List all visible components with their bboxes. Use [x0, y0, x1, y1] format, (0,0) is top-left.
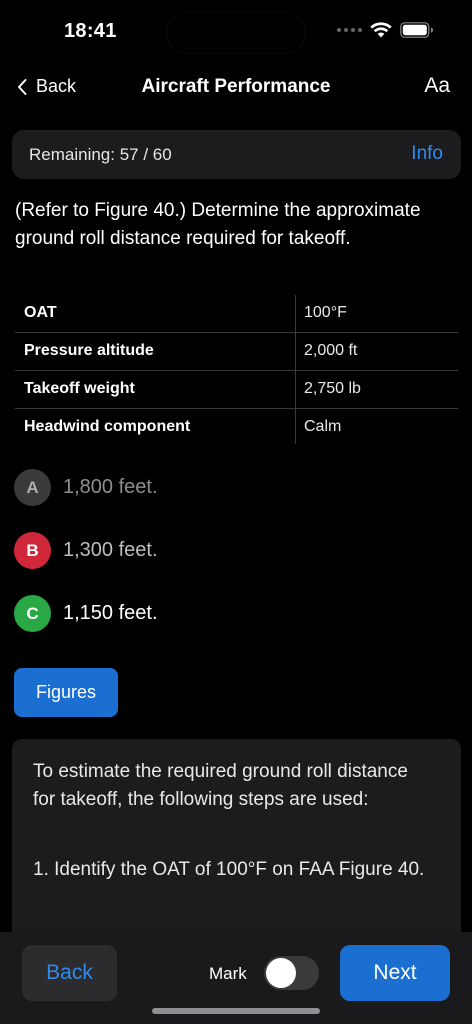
answer-text: 1,150 feet.	[63, 602, 158, 624]
bottom-toolbar: Back Mark Next	[0, 932, 472, 1024]
progress-bar: Remaining: 57 / 60 Info	[12, 130, 461, 179]
toggle-knob	[266, 958, 296, 988]
status-bar: 18:41	[0, 0, 472, 64]
table-row: OAT 100°F	[15, 295, 458, 333]
row-value: 2,750 lb	[304, 380, 361, 397]
table-row: Pressure altitude 2,000 ft	[15, 333, 458, 371]
status-icons	[337, 22, 434, 38]
mark-toggle[interactable]	[264, 956, 319, 990]
answer-option-a[interactable]: A 1,800 feet.	[14, 469, 158, 506]
explanation-paragraph: To estimate the required ground roll dis…	[33, 761, 408, 810]
font-size-button[interactable]: Aa	[424, 74, 450, 98]
table-row: Headwind component Calm	[15, 409, 458, 446]
question-text: (Refer to Figure 40.) Determine the appr…	[15, 200, 421, 249]
row-label: Pressure altitude	[24, 342, 154, 359]
home-indicator	[152, 1008, 320, 1014]
dynamic-island	[167, 12, 305, 53]
table-row: Takeoff weight 2,750 lb	[15, 371, 458, 409]
navigation-bar: Back Aircraft Performance Aa	[0, 66, 472, 112]
next-button[interactable]: Next	[340, 945, 450, 1001]
row-value: 2,000 ft	[304, 342, 358, 359]
mark-label: Mark	[209, 964, 247, 983]
answer-text: 1,800 feet.	[63, 476, 158, 498]
row-label: OAT	[24, 304, 57, 321]
wifi-icon	[370, 22, 392, 38]
answer-badge: A	[14, 469, 51, 506]
status-time: 18:41	[64, 20, 117, 42]
row-label: Takeoff weight	[24, 380, 135, 397]
figures-button[interactable]: Figures	[14, 668, 118, 717]
answer-badge: C	[14, 595, 51, 632]
row-label: Headwind component	[24, 418, 191, 435]
answer-option-b[interactable]: B 1,300 feet.	[14, 532, 158, 569]
battery-icon	[400, 22, 433, 38]
row-value: Calm	[304, 418, 342, 435]
cellular-signal-icon	[337, 28, 362, 32]
answer-option-c[interactable]: C 1,150 feet.	[14, 595, 158, 632]
remaining-count: Remaining: 57 / 60	[29, 145, 172, 164]
row-value: 100°F	[304, 304, 347, 321]
answer-text: 1,300 feet.	[63, 539, 158, 561]
answer-badge: B	[14, 532, 51, 569]
page-title: Aircraft Performance	[141, 76, 331, 97]
info-button[interactable]: Info	[411, 143, 443, 165]
conditions-table: OAT 100°F Pressure altitude 2,000 ft Tak…	[15, 295, 458, 446]
explanation-paragraph: 1. Identify the OAT of 100°F on FAA Figu…	[33, 859, 425, 880]
back-button[interactable]: Back	[22, 945, 117, 1001]
